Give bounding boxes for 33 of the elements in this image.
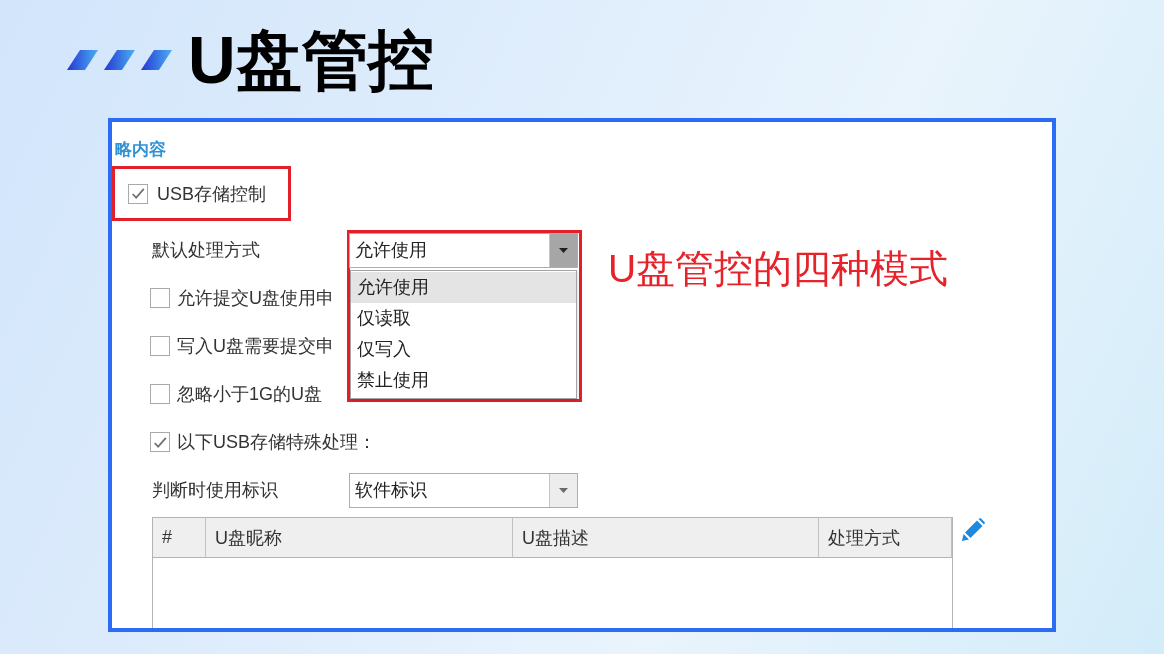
dropdown-button[interactable] xyxy=(549,233,577,267)
dropdown-option[interactable]: 仅读取 xyxy=(351,302,576,334)
section-title: 略内容 xyxy=(115,140,166,159)
slide-title: U盘管控 xyxy=(188,26,434,93)
dropdown-option[interactable]: 仅写入 xyxy=(351,333,576,365)
checkbox[interactable] xyxy=(150,288,170,308)
column-header: U盘描述 xyxy=(513,518,819,558)
field-label: 判断时使用标识 xyxy=(152,479,279,502)
checkbox-label: 允许提交U盘使用申 xyxy=(177,287,334,310)
checkbox-label: USB存储控制 xyxy=(157,182,266,206)
pencil-icon[interactable] xyxy=(962,518,985,541)
checkbox[interactable] xyxy=(150,384,170,404)
checkmark-icon xyxy=(131,188,145,199)
checkbox[interactable] xyxy=(128,183,148,204)
caret-icon xyxy=(559,247,568,253)
field-label: 默认处理方式 xyxy=(152,239,261,262)
slash-stripes-icon xyxy=(67,49,172,70)
checkbox-label: 忽略小于1G的U盘 xyxy=(177,383,322,406)
column-header: # xyxy=(153,518,206,558)
column-header: 处理方式 xyxy=(819,518,952,558)
dropdown-option[interactable]: 允许使用 xyxy=(351,271,576,303)
dropdown[interactable]: 软件标识 xyxy=(349,472,578,508)
dropdown-button[interactable] xyxy=(549,473,577,507)
dropdown[interactable]: 允许使用 xyxy=(349,232,578,268)
checkbox[interactable] xyxy=(150,432,170,452)
checkbox-label: 以下USB存储特殊处理： xyxy=(177,431,376,454)
checkmark-icon xyxy=(153,436,167,448)
annotation-text: U盘管控的四种模式 xyxy=(608,246,949,292)
caret-icon xyxy=(559,487,568,493)
column-header: U盘昵称 xyxy=(206,518,513,558)
dropdown-option[interactable]: 禁止使用 xyxy=(351,364,576,396)
checkbox[interactable] xyxy=(150,336,170,356)
checkbox-label: 写入U盘需要提交申 xyxy=(177,335,334,358)
